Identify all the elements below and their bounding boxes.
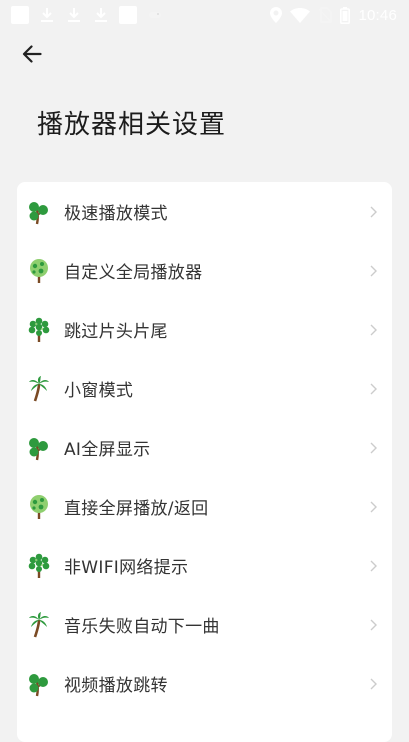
page-title: 播放器相关设置	[37, 110, 227, 140]
wifi-icon	[290, 7, 311, 23]
chevron-right-icon	[368, 264, 378, 278]
tree-light-icon	[27, 257, 51, 285]
settings-item-label: 小窗模式	[64, 381, 134, 401]
settings-item-label: 非WIFI网络提示	[64, 558, 189, 578]
settings-item-label: 自定义全局播放器	[64, 263, 203, 283]
download-icon	[65, 6, 83, 24]
settings-item-label: AI全屏显示	[64, 440, 151, 460]
status-bar: 10:46	[0, 0, 409, 30]
status-system: 10:46	[270, 0, 397, 30]
status-time: 10:46	[358, 6, 397, 24]
settings-item-label: 跳过片头片尾	[64, 322, 168, 342]
download-icon	[92, 6, 110, 24]
settings-item-label: 音乐失败自动下一曲	[64, 617, 220, 637]
settings-item-mini-window[interactable]: 小窗模式	[17, 359, 392, 418]
no-sim-icon	[318, 7, 333, 23]
tree-light-icon	[27, 493, 51, 521]
settings-item-custom-player[interactable]: 自定义全局播放器	[17, 241, 392, 300]
settings-item-label: 极速播放模式	[64, 204, 168, 224]
palm-tree-icon	[27, 611, 51, 639]
settings-item-direct-fullscreen[interactable]: 直接全屏播放/返回	[17, 477, 392, 536]
settings-item-video-jump[interactable]: 视频播放跳转	[17, 654, 392, 713]
back-button[interactable]	[14, 38, 50, 70]
tree-round-icon	[27, 670, 51, 698]
tree-bushy-icon	[27, 316, 51, 344]
chevron-right-icon	[368, 559, 378, 573]
location-icon	[270, 7, 283, 23]
settings-item-speed-mode[interactable]: 极速播放模式	[17, 182, 392, 241]
tree-bushy-icon	[27, 552, 51, 580]
chevron-right-icon	[368, 441, 378, 455]
arrow-left-icon	[22, 45, 42, 63]
chevron-right-icon	[368, 205, 378, 219]
chevron-right-icon	[368, 677, 378, 691]
chevron-right-icon	[368, 382, 378, 396]
notification-square-icon	[11, 6, 29, 24]
download-icon	[38, 6, 56, 24]
chevron-right-icon	[368, 618, 378, 632]
settings-list: 极速播放模式 自定义全局播放器 跳过片头片尾 小窗模式 AI全屏显示 直接全屏播…	[17, 182, 392, 742]
settings-item-non-wifi-alert[interactable]: 非WIFI网络提示	[17, 536, 392, 595]
settings-item-label: 视频播放跳转	[64, 676, 168, 696]
palm-tree-icon	[27, 375, 51, 403]
chevron-right-icon	[368, 500, 378, 514]
tree-round-icon	[27, 434, 51, 462]
settings-item-skip-intro-outro[interactable]: 跳过片头片尾	[17, 300, 392, 359]
tree-round-icon	[27, 198, 51, 226]
chevron-right-icon	[368, 323, 378, 337]
status-notifications	[0, 6, 164, 24]
notification-square-icon	[119, 6, 137, 24]
settings-item-label: 直接全屏播放/返回	[64, 499, 209, 519]
settings-item-music-auto-next[interactable]: 音乐失败自动下一曲	[17, 595, 392, 654]
settings-item-ai-fullscreen[interactable]: AI全屏显示	[17, 418, 392, 477]
game-controller-icon	[146, 6, 164, 24]
battery-icon	[340, 6, 351, 24]
